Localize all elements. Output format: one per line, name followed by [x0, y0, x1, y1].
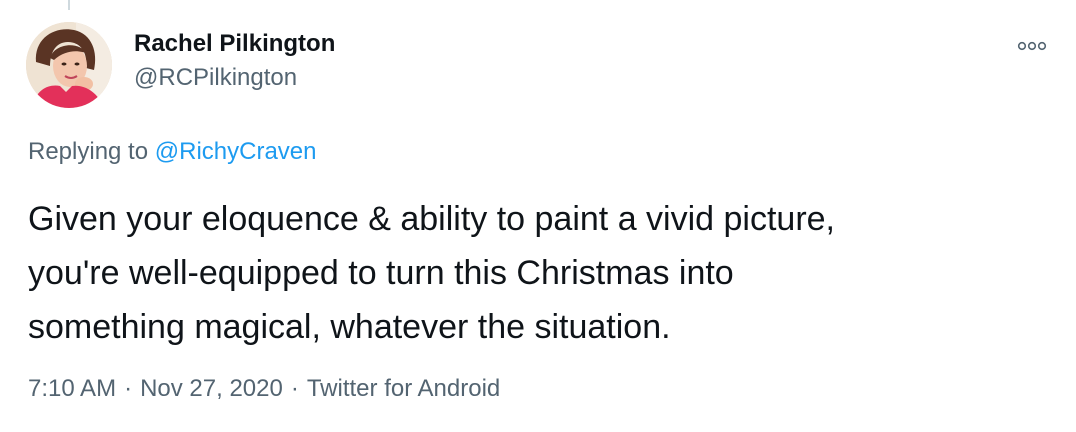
avatar[interactable]: [26, 22, 112, 108]
author-handle[interactable]: @RCPilkington: [134, 64, 297, 92]
tweet-metadata: 7:10 AM · Nov 27, 2020 · Twitter for Android: [28, 375, 500, 403]
meta-separator: ·: [290, 375, 299, 402]
replying-to-label: Replying to: [28, 138, 155, 165]
author-name[interactable]: Rachel Pilkington: [134, 30, 335, 58]
tweet-text-line: something magical, whatever the situatio…: [28, 308, 671, 346]
reply-mention-link[interactable]: @RichyCraven: [155, 138, 317, 165]
meta-separator: ·: [124, 375, 133, 402]
tweet-text-line: you're well-equipped to turn this Christ…: [28, 254, 734, 292]
tweet-text: Given your eloquence & ability to paint …: [28, 192, 1028, 354]
tweet-card: Rachel Pilkington @RCPilkington Replying…: [0, 0, 1076, 432]
tweet-date[interactable]: Nov 27, 2020: [140, 375, 283, 402]
more-options-button[interactable]: [1012, 34, 1052, 58]
tweet-source[interactable]: Twitter for Android: [307, 375, 500, 402]
tweet-text-line: Given your eloquence & ability to paint …: [28, 200, 836, 238]
tweet-time[interactable]: 7:10 AM: [28, 375, 116, 402]
thread-connector-line: [68, 0, 70, 10]
avatar-image: [26, 22, 112, 108]
replying-to: Replying to @RichyCraven: [28, 138, 317, 166]
more-options-icon: [1017, 41, 1047, 51]
